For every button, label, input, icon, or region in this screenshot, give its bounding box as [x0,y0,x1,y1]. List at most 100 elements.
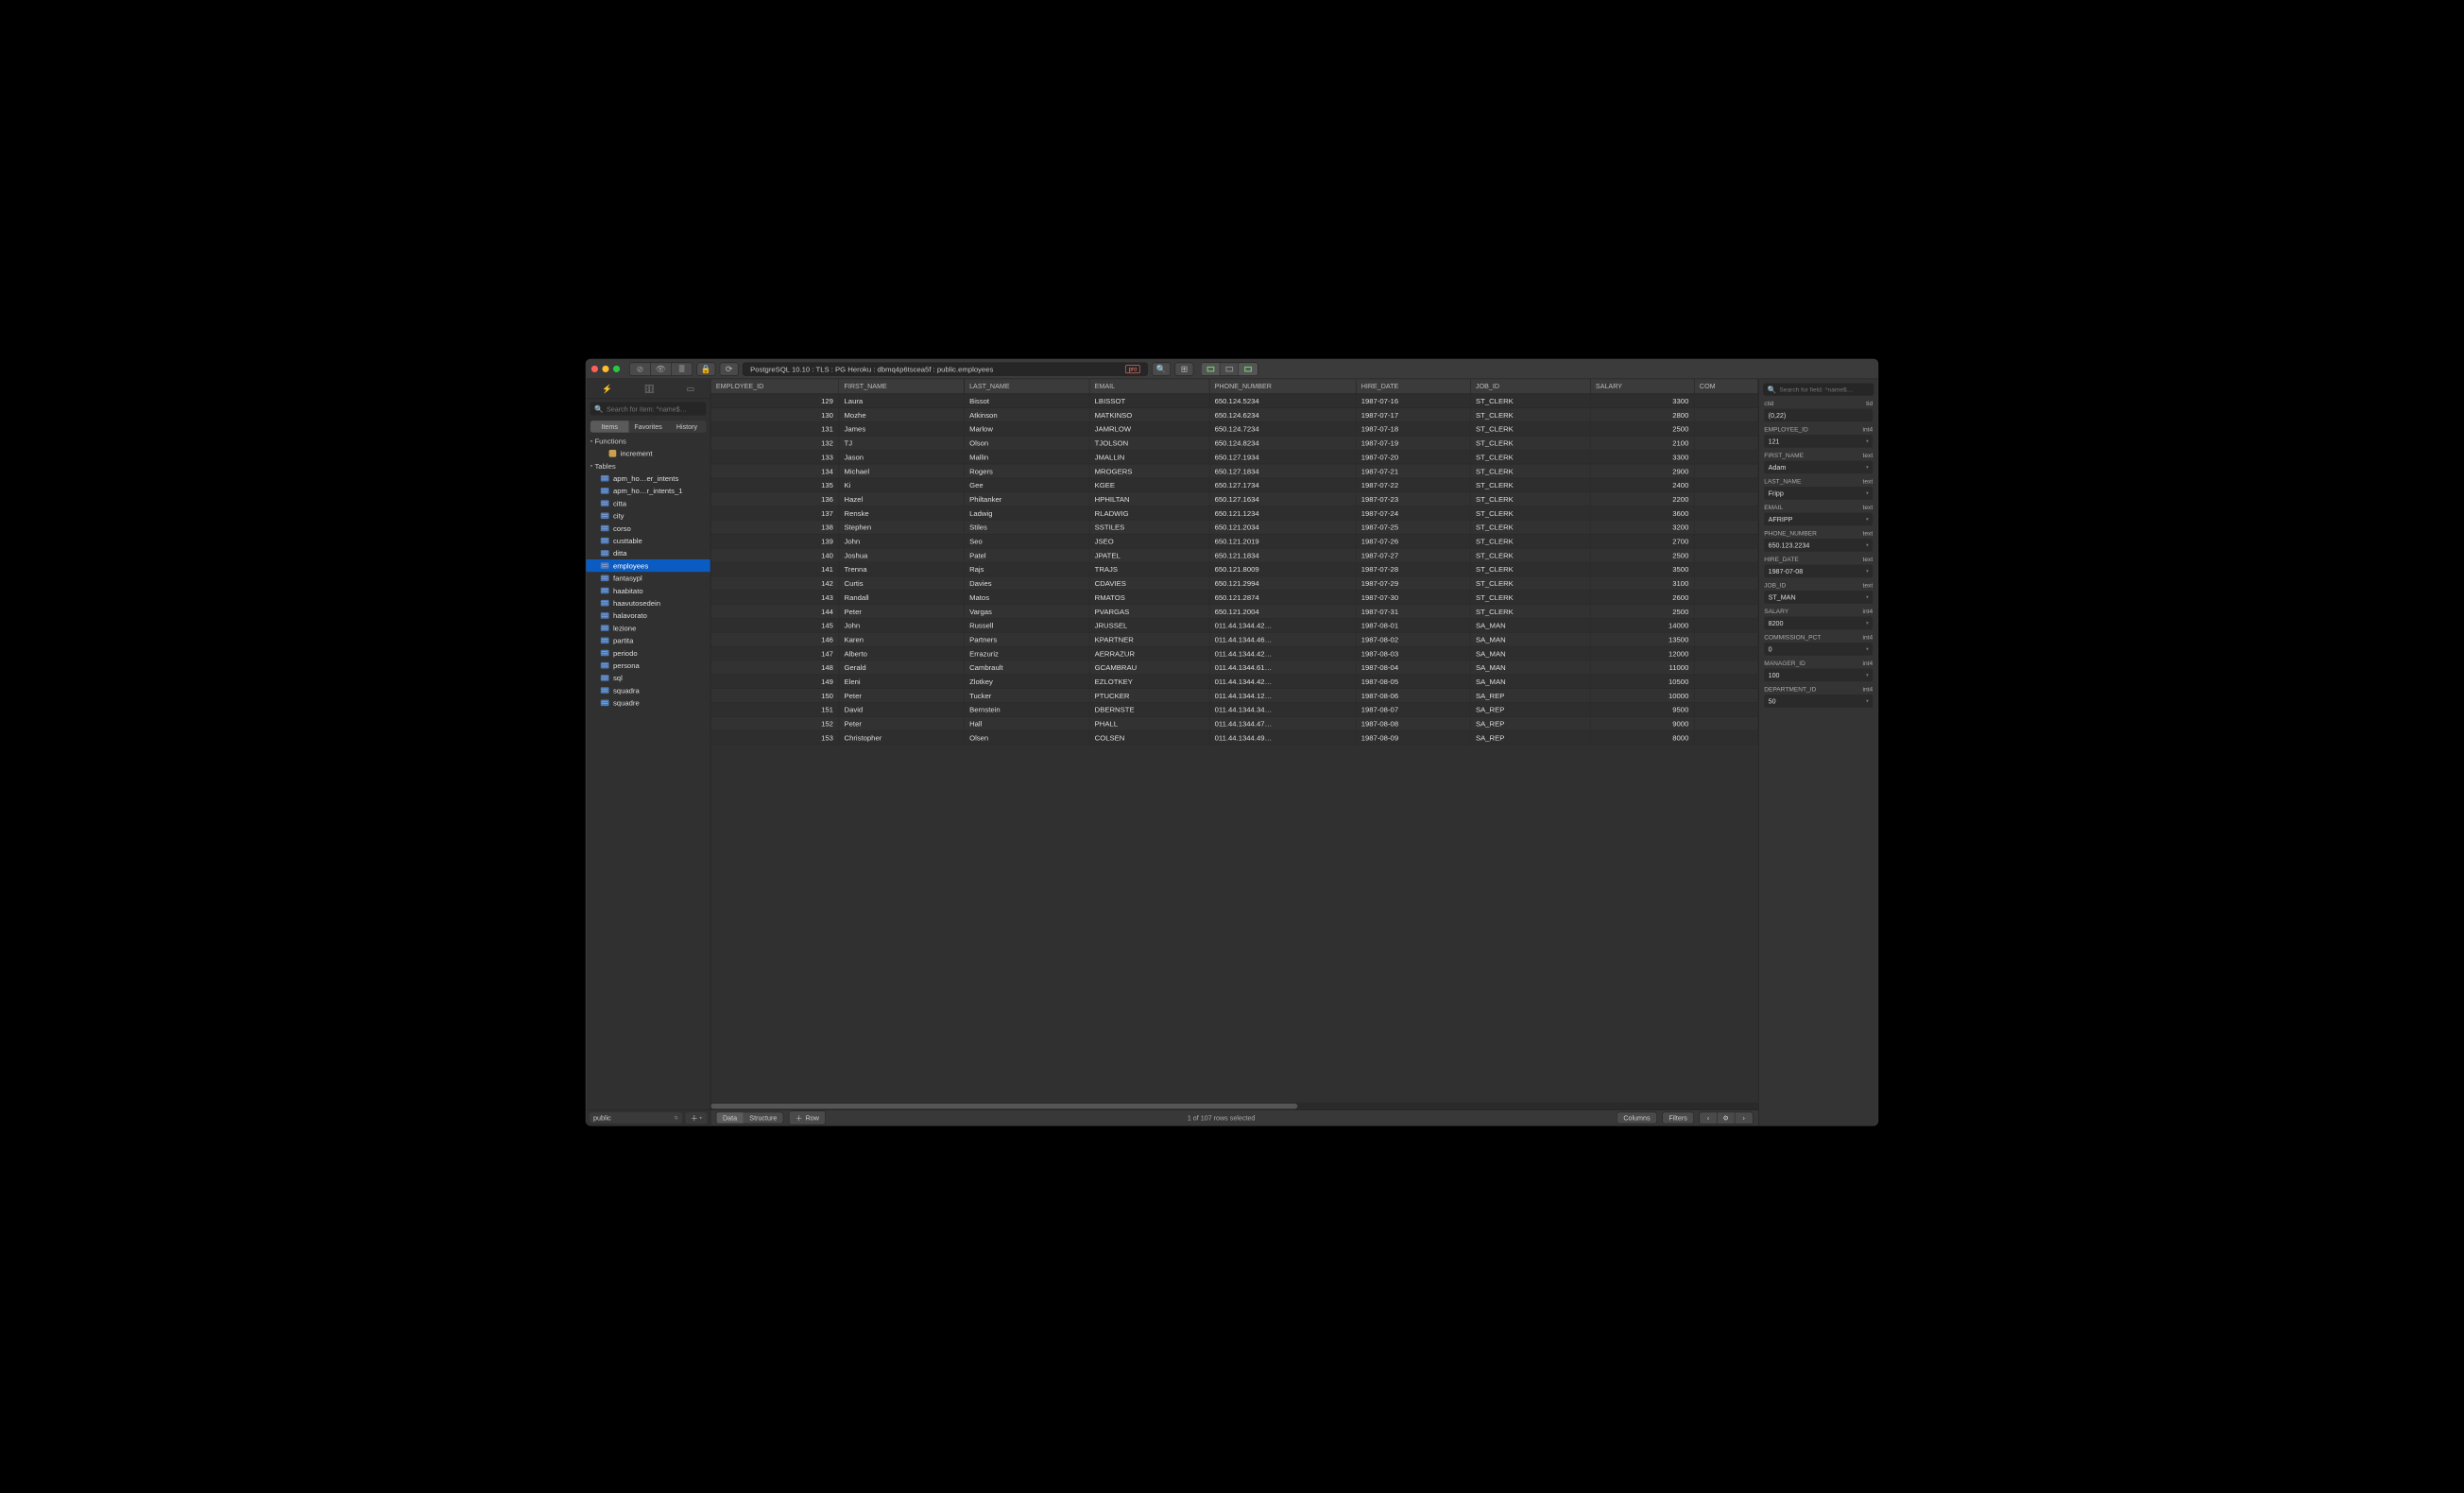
cell[interactable]: 134 [710,464,838,478]
cell[interactable]: COLSEN [1089,730,1209,745]
cell[interactable]: Mallin [964,450,1089,464]
cell[interactable]: 011.44.1344.61… [1209,661,1356,675]
cell[interactable]: 1987-08-01 [1356,618,1470,632]
cell[interactable] [1694,688,1758,702]
field-value-input[interactable]: (0,22) [1764,409,1873,422]
cell[interactable]: 650.121.2034 [1209,520,1356,534]
table-row[interactable]: 150PeterTuckerPTUCKER011.44.1344.12…1987… [710,688,1758,702]
cell[interactable]: 10000 [1590,688,1694,702]
cell[interactable]: 141 [710,562,838,576]
cell[interactable]: 142 [710,576,838,591]
cell[interactable]: 153 [710,730,838,745]
cell[interactable]: 650.121.2994 [1209,576,1356,591]
cell[interactable]: JMALLIN [1089,450,1209,464]
cell[interactable]: SA_REP [1470,688,1590,702]
cell[interactable]: 138 [710,520,838,534]
sidebar-pill-favorites[interactable]: Favorites [629,420,668,433]
cell[interactable]: James [839,421,965,436]
table-item[interactable]: custtable [586,535,710,547]
sidebar-search-input[interactable] [607,404,702,412]
cell[interactable]: Zlotkey [964,675,1089,689]
cell[interactable]: 1987-07-24 [1356,506,1470,520]
cell[interactable]: Bissot [964,394,1089,408]
table-row[interactable]: 139JohnSeoJSEO650.121.20191987-07-26ST_C… [710,534,1758,548]
cell[interactable]: Rajs [964,562,1089,576]
table-item[interactable]: apm_ho…r_intents_1 [586,485,710,497]
cell[interactable]: ST_CLERK [1470,450,1590,464]
cell[interactable]: 650.124.6234 [1209,407,1356,421]
cell[interactable]: 1987-08-06 [1356,688,1470,702]
cell[interactable]: PTUCKER [1089,688,1209,702]
table-row[interactable]: 145JohnRussellJRUSSEL011.44.1344.42…1987… [710,618,1758,632]
cell[interactable]: 140 [710,548,838,562]
cell[interactable]: Trenna [839,562,965,576]
cell[interactable]: MATKINSO [1089,407,1209,421]
cell[interactable]: 1987-07-17 [1356,407,1470,421]
apps-button[interactable]: ⊞ [1175,362,1194,375]
cell[interactable] [1694,730,1758,745]
cell[interactable]: 1987-07-16 [1356,394,1470,408]
table-row[interactable]: 133JasonMallinJMALLIN650.127.19341987-07… [710,450,1758,464]
cell[interactable]: ST_CLERK [1470,562,1590,576]
cell[interactable] [1694,520,1758,534]
cell[interactable]: 3300 [1590,394,1694,408]
cell[interactable]: Peter [839,688,965,702]
table-row[interactable]: 148GeraldCambraultGCAMBRAU011.44.1344.61… [710,661,1758,675]
cell[interactable]: Stiles [964,520,1089,534]
prev-page-button[interactable]: ‹ [1700,1112,1718,1124]
cell[interactable]: 8000 [1590,730,1694,745]
cell[interactable]: SA_MAN [1470,661,1590,675]
cell[interactable]: Olson [964,436,1089,450]
cell[interactable]: 13500 [1590,632,1694,646]
horizontal-scrollbar[interactable] [710,1103,1758,1110]
tree-section-tables[interactable]: ▾ Tables [586,459,710,472]
cell[interactable]: 650.121.1834 [1209,548,1356,562]
columns-button[interactable]: Columns [1617,1112,1657,1124]
cell[interactable]: Jason [839,450,965,464]
table-row[interactable]: 132TJOlsonTJOLSON650.124.82341987-07-19S… [710,436,1758,450]
cell[interactable]: 145 [710,618,838,632]
cell[interactable] [1694,576,1758,591]
cell[interactable] [1694,534,1758,548]
cell[interactable]: Peter [839,604,965,618]
cell[interactable]: 151 [710,702,838,716]
sidebar-pill-history[interactable]: History [668,420,707,433]
table-item[interactable]: halavorato [586,609,710,622]
table-row[interactable]: 129LauraBissotLBISSOT650.124.52341987-07… [710,394,1758,408]
cell[interactable]: 650.127.1634 [1209,492,1356,506]
cell[interactable]: Cambrault [964,661,1089,675]
cell[interactable]: 650.121.2019 [1209,534,1356,548]
cell[interactable] [1694,702,1758,716]
filters-button[interactable]: Filters [1662,1112,1694,1124]
cell[interactable] [1694,548,1758,562]
field-value-input[interactable]: 1987-07-08▾ [1764,565,1873,578]
cell[interactable]: ST_CLERK [1470,492,1590,506]
cell[interactable]: Olsen [964,730,1089,745]
cell[interactable]: Vargas [964,604,1089,618]
cell[interactable]: 2500 [1590,421,1694,436]
column-header[interactable]: EMPLOYEE_ID [710,379,838,393]
cell[interactable]: SA_MAN [1470,675,1590,689]
table-item[interactable]: citta [586,497,710,509]
function-item[interactable]: increment [586,447,710,459]
cell[interactable]: ST_CLERK [1470,436,1590,450]
table-row[interactable]: 131JamesMarlowJAMRLOW650.124.72341987-07… [710,421,1758,436]
table-row[interactable]: 147AlbertoErrazurizAERRAZUR011.44.1344.4… [710,646,1758,661]
table-row[interactable]: 153ChristopherOlsenCOLSEN011.44.1344.49…… [710,730,1758,745]
cell[interactable]: Randall [839,590,965,604]
cell[interactable]: 2200 [1590,492,1694,506]
cell[interactable]: 135 [710,478,838,492]
cell[interactable]: RMATOS [1089,590,1209,604]
cell[interactable]: ST_CLERK [1470,590,1590,604]
cell[interactable]: 10500 [1590,675,1694,689]
cell[interactable]: ST_CLERK [1470,548,1590,562]
field-value-input[interactable]: 0▾ [1764,643,1873,656]
cell[interactable]: 2600 [1590,590,1694,604]
cell[interactable] [1694,506,1758,520]
cell[interactable]: 011.44.1344.42… [1209,618,1356,632]
cell[interactable]: CDAVIES [1089,576,1209,591]
cell[interactable]: SA_REP [1470,730,1590,745]
cell[interactable]: 011.44.1344.47… [1209,716,1356,730]
field-value-input[interactable]: ST_MAN▾ [1764,591,1873,604]
cell[interactable]: 1987-07-18 [1356,421,1470,436]
